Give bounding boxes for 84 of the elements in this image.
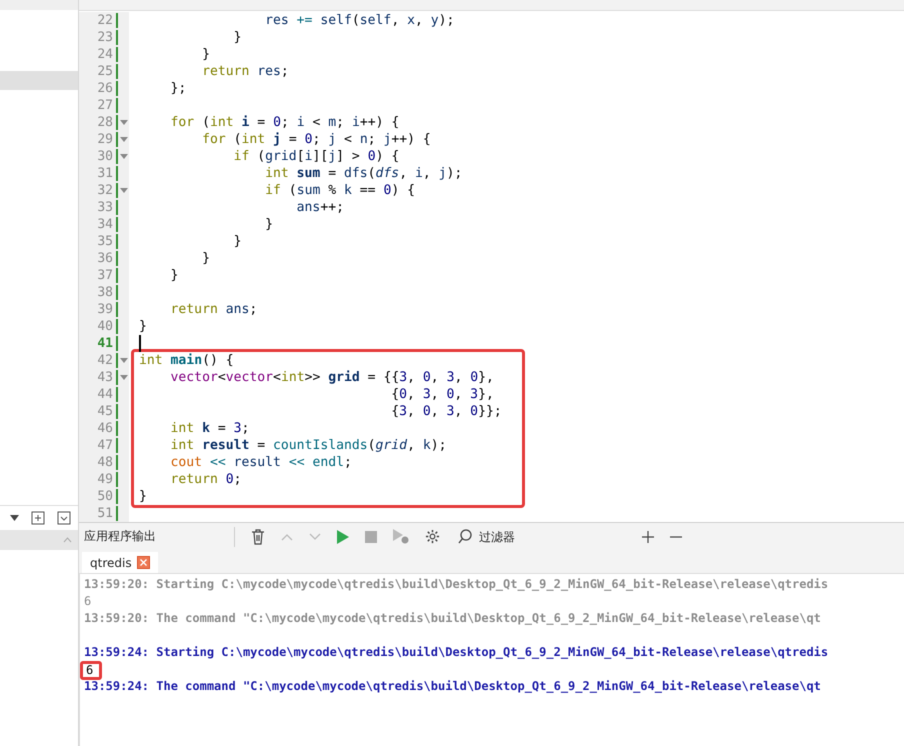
code-line: vector<vector<int>> grid = {{3, 0, 3, 0}, <box>170 370 494 385</box>
collapse-icon[interactable] <box>57 511 71 525</box>
line-number: 50 <box>79 489 118 504</box>
caret-down-icon[interactable] <box>10 515 19 521</box>
line-number: 48 <box>79 455 118 470</box>
text-cursor <box>139 335 141 352</box>
fold-arrow-icon[interactable] <box>120 154 128 159</box>
line-number: 24 <box>79 47 118 62</box>
run-icon[interactable] <box>337 530 349 544</box>
fold-arrow-icon[interactable] <box>120 120 128 125</box>
add-split-icon[interactable] <box>31 511 45 525</box>
code-line: } <box>139 319 147 334</box>
code-line: } <box>264 217 274 232</box>
line-number: 39 <box>79 302 118 317</box>
line-number: 29 <box>79 132 118 147</box>
fold-arrow-icon[interactable] <box>120 137 128 142</box>
line-number: 46 <box>79 421 118 436</box>
line-number: 44 <box>79 387 118 402</box>
arrow-up-icon[interactable] <box>281 532 293 540</box>
arrow-down-icon[interactable] <box>309 532 321 540</box>
line-number: 40 <box>79 319 118 334</box>
output-line: 6 <box>84 593 92 610</box>
code-line: {0, 3, 0, 3}, <box>390 387 494 402</box>
scroll-up-icon[interactable] <box>63 537 72 543</box>
line-number: 34 <box>79 217 118 232</box>
line-number: 27 <box>79 98 118 113</box>
code-line: } <box>232 30 242 45</box>
line-number: 26 <box>79 81 118 96</box>
line-number: 23 <box>79 30 118 45</box>
stop-icon[interactable] <box>365 530 377 542</box>
output-line: 13:59:20: Starting C:\mycode\mycode\qtredis\build\Desktop_Qt_6_9_2_MinGW_64_bit-Release\release\qtredis <box>84 576 828 593</box>
line-number: 25 <box>79 64 118 79</box>
fold-arrow-icon[interactable] <box>120 375 128 380</box>
output-line: 13:59:24: The command "C:\mycode\mycode\qtredis\build\Desktop_Qt_6_9_2_MinGW_64_bit-Release\release\qt <box>84 678 821 695</box>
search-icon <box>458 529 473 544</box>
code-line: for (int i = 0; i < m; i++) { <box>170 115 400 130</box>
line-number: 36 <box>79 251 118 266</box>
line-number: 28 <box>79 115 118 130</box>
code-line: int result = countIslands(grid, k); <box>170 438 447 453</box>
output-tab[interactable]: qtredis <box>82 552 158 573</box>
code-line: } <box>232 234 242 249</box>
code-line: return ans; <box>170 302 258 317</box>
line-number: 41 <box>79 336 118 351</box>
line-number: 37 <box>79 268 118 283</box>
code-line: int k = 3; <box>170 421 250 436</box>
code-line: return 0; <box>170 472 242 487</box>
code-line: if (sum % k == 0) { <box>264 183 415 198</box>
fold-arrow-icon[interactable] <box>120 358 128 363</box>
panel-title: 应用程序输出 <box>84 528 157 545</box>
line-number: 47 <box>79 438 118 453</box>
code-line: int sum = dfs(dfs, i, j); <box>264 166 462 181</box>
line-number: 38 <box>79 285 118 300</box>
trash-icon[interactable] <box>251 528 265 544</box>
code-line: int main() { <box>139 353 234 368</box>
filter-field[interactable]: 过滤器 <box>479 530 619 544</box>
code-line: cout << result << endl; <box>170 455 352 470</box>
code-line: }; <box>170 81 186 96</box>
code-line: {3, 0, 3, 0}}; <box>390 404 502 419</box>
line-number: 31 <box>79 166 118 181</box>
code-line: if (grid[i][j] > 0) { <box>232 149 400 164</box>
code-line: } <box>139 489 147 504</box>
code-line: for (int j = 0; j < n; j++) { <box>201 132 431 147</box>
output-line: 13:59:24: Starting C:\mycode\mycode\qtredis\build\Desktop_Qt_6_9_2_MinGW_64_bit-Release\release\qtredis <box>84 644 828 661</box>
fold-arrow-icon[interactable] <box>120 188 128 193</box>
code-line: } <box>201 47 210 62</box>
line-number: 45 <box>79 404 118 419</box>
line-number: 22 <box>79 13 118 28</box>
code-line: return res; <box>201 64 289 79</box>
line-number: 35 <box>79 234 118 249</box>
line-number: 33 <box>79 200 118 215</box>
debug-run-icon[interactable] <box>393 529 409 544</box>
code-line: } <box>201 251 210 266</box>
line-number: 30 <box>79 149 118 164</box>
settings-icon[interactable] <box>425 529 440 544</box>
line-number: 43 <box>79 370 118 385</box>
output-line: 13:59:20: The command "C:\mycode\mycode\qtredis\build\Desktop_Qt_6_9_2_MinGW_64_bit-Release\release\qt <box>84 610 821 627</box>
code-line: } <box>170 268 178 283</box>
line-number: 42 <box>79 353 118 368</box>
code-line: ans++; <box>296 200 344 215</box>
line-number: 32 <box>79 183 118 198</box>
plus-icon[interactable] <box>642 530 654 542</box>
line-number: 49 <box>79 472 118 487</box>
code-line: res += self(self, x, y); <box>264 13 454 28</box>
close-icon[interactable] <box>136 556 150 569</box>
